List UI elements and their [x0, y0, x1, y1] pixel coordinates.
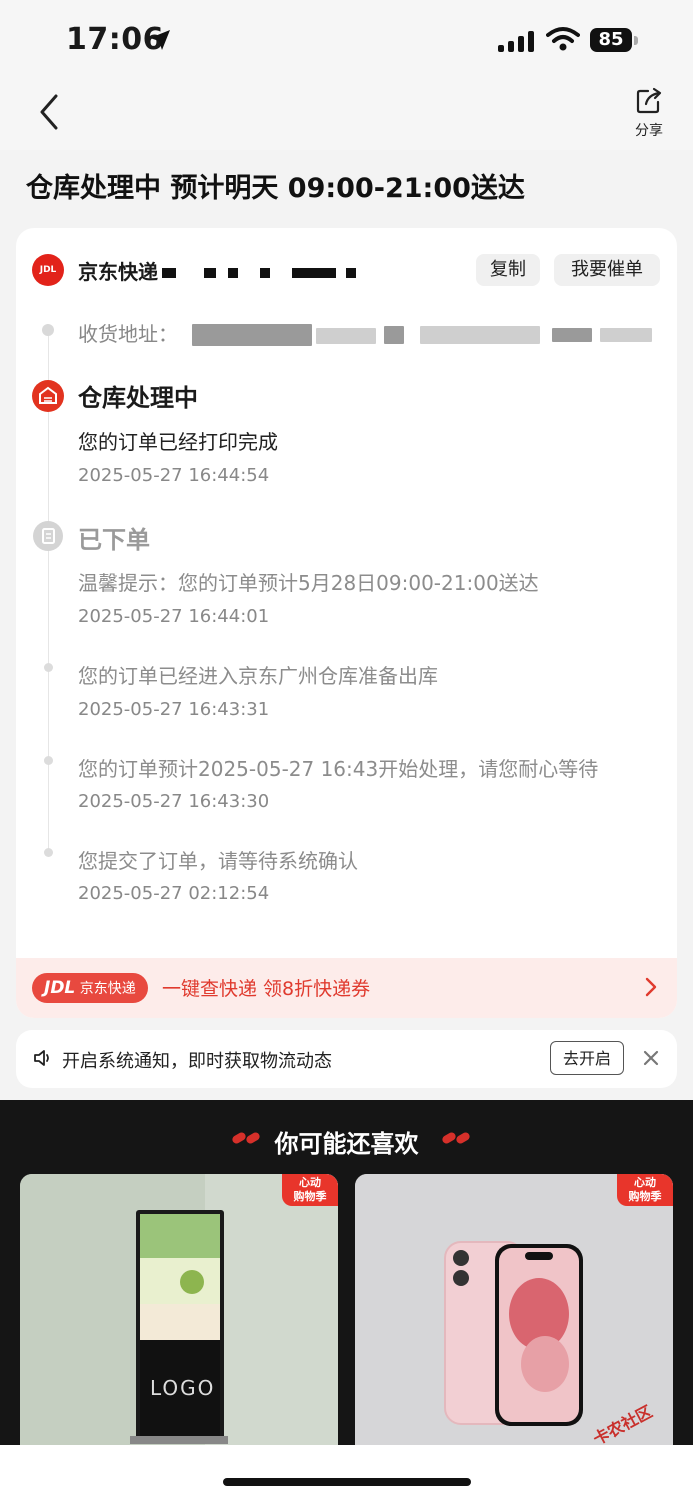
- redaction-mark: [260, 268, 270, 278]
- promo-tag: 心动 购物季: [282, 1174, 338, 1206]
- speaker-icon: [34, 1050, 49, 1066]
- timeline-event: 您提交了订单，请等待系统确认: [78, 849, 358, 873]
- express-coupon-banner[interactable]: JDL 京东快递 一键查快递 领8折快递券: [16, 958, 677, 1018]
- address-redaction: [384, 326, 404, 344]
- tag-line: 心动: [299, 1176, 321, 1189]
- address-label: 收货地址：: [78, 322, 178, 346]
- timeline-event-time: 2025-05-27 16:43:31: [78, 699, 270, 720]
- status-warehouse-time: 2025-05-27 16:44:54: [78, 465, 270, 486]
- redaction-mark: [228, 268, 238, 278]
- share-button[interactable]: 分享: [624, 86, 674, 144]
- share-label: 分享: [635, 123, 663, 139]
- status-ordered-event: 温馨提示：您的订单预计5月28日09:00-21:00送达: [78, 571, 539, 595]
- status-bar: 17:06 85: [0, 0, 693, 80]
- enable-notification-button[interactable]: 去开启: [550, 1041, 624, 1075]
- signage-logo-text: LOGO: [150, 1376, 216, 1400]
- product-image-signage: [20, 1174, 338, 1445]
- timeline-event-time: 2025-05-27 16:43:30: [78, 791, 270, 812]
- copy-button[interactable]: 复制: [476, 254, 540, 286]
- cellular-signal-icon: [498, 30, 534, 52]
- battery-tip: [634, 36, 638, 45]
- redaction-mark: [292, 268, 336, 278]
- tag-line: 心动: [634, 1176, 656, 1189]
- status-warehouse-title: 仓库处理中: [78, 384, 198, 412]
- home-indicator[interactable]: [223, 1478, 471, 1486]
- carrier-name: 京东快递: [78, 260, 158, 284]
- address-redaction: [600, 328, 652, 342]
- redaction-mark: [204, 268, 216, 278]
- notification-text: 开启系统通知，即时获取物流动态: [62, 1051, 332, 1072]
- jdl-express-pill: JDL 京东快递: [32, 973, 148, 1003]
- notification-prompt: 开启系统通知，即时获取物流动态 去开启: [16, 1030, 677, 1088]
- location-arrow-icon: [150, 30, 170, 50]
- status-ordered-time: 2025-05-27 16:44:01: [78, 606, 270, 627]
- promo-tag: 心动 购物季: [617, 1174, 673, 1206]
- wifi-icon: [546, 27, 580, 51]
- product-card[interactable]: 心动 购物季: [355, 1174, 673, 1445]
- jdl-pill-brand: JDL: [44, 978, 76, 998]
- redaction-mark: [346, 268, 356, 278]
- jdl-pill-label: 京东快递: [79, 981, 136, 997]
- tag-line: 购物季: [628, 1190, 662, 1203]
- address-redaction: [316, 328, 376, 344]
- timeline-event: 您的订单预计2025-05-27 16:43开始处理，请您耐心等待: [78, 757, 599, 781]
- promo-text: 一键查快递 领8折快递券: [162, 978, 371, 1000]
- product-image-phone: [355, 1174, 673, 1445]
- tag-line: 购物季: [293, 1190, 327, 1203]
- timeline-event: 您的订单已经进入京东广州仓库准备出库: [78, 664, 438, 688]
- address-redaction: [192, 324, 312, 346]
- timeline-event-time: 2025-05-27 02:12:54: [78, 883, 270, 904]
- battery-indicator: 85: [590, 28, 632, 52]
- address-redaction: [552, 328, 592, 342]
- close-icon[interactable]: [642, 1049, 660, 1067]
- address-redaction: [420, 326, 540, 344]
- timeline-dot: [42, 324, 54, 336]
- home-indicator-area: [0, 1445, 693, 1500]
- order-document-icon: [33, 521, 63, 551]
- product-card[interactable]: LOGO 心动 购物季: [20, 1174, 338, 1445]
- timeline-dot: [44, 663, 53, 672]
- warehouse-icon: [32, 380, 64, 412]
- chevron-right-icon: [645, 977, 657, 997]
- status-warehouse-event: 您的订单已经打印完成: [78, 430, 278, 454]
- timeline-dot: [44, 756, 53, 765]
- nav-bar: 分享: [0, 80, 693, 150]
- redaction-mark: [162, 268, 176, 278]
- back-icon[interactable]: [34, 92, 70, 132]
- logistics-card: JDL 京东快递 复制 我要催单 收货地址： 仓库处理中 您的订单已经打印完成 …: [16, 228, 677, 1018]
- recommendation-section: 你可能还喜欢 LOGO 心动 购物季 心动 购物季: [0, 1100, 693, 1445]
- page-title: 仓库处理中 预计明天 09:00-21:00送达: [26, 173, 525, 204]
- share-icon: [636, 87, 662, 114]
- jdl-logo: JDL: [32, 254, 64, 286]
- timeline-dot: [44, 848, 53, 857]
- status-ordered-title: 已下单: [78, 526, 150, 554]
- urge-order-button[interactable]: 我要催单: [554, 254, 660, 286]
- recommendation-title: 你可能还喜欢: [274, 1130, 419, 1158]
